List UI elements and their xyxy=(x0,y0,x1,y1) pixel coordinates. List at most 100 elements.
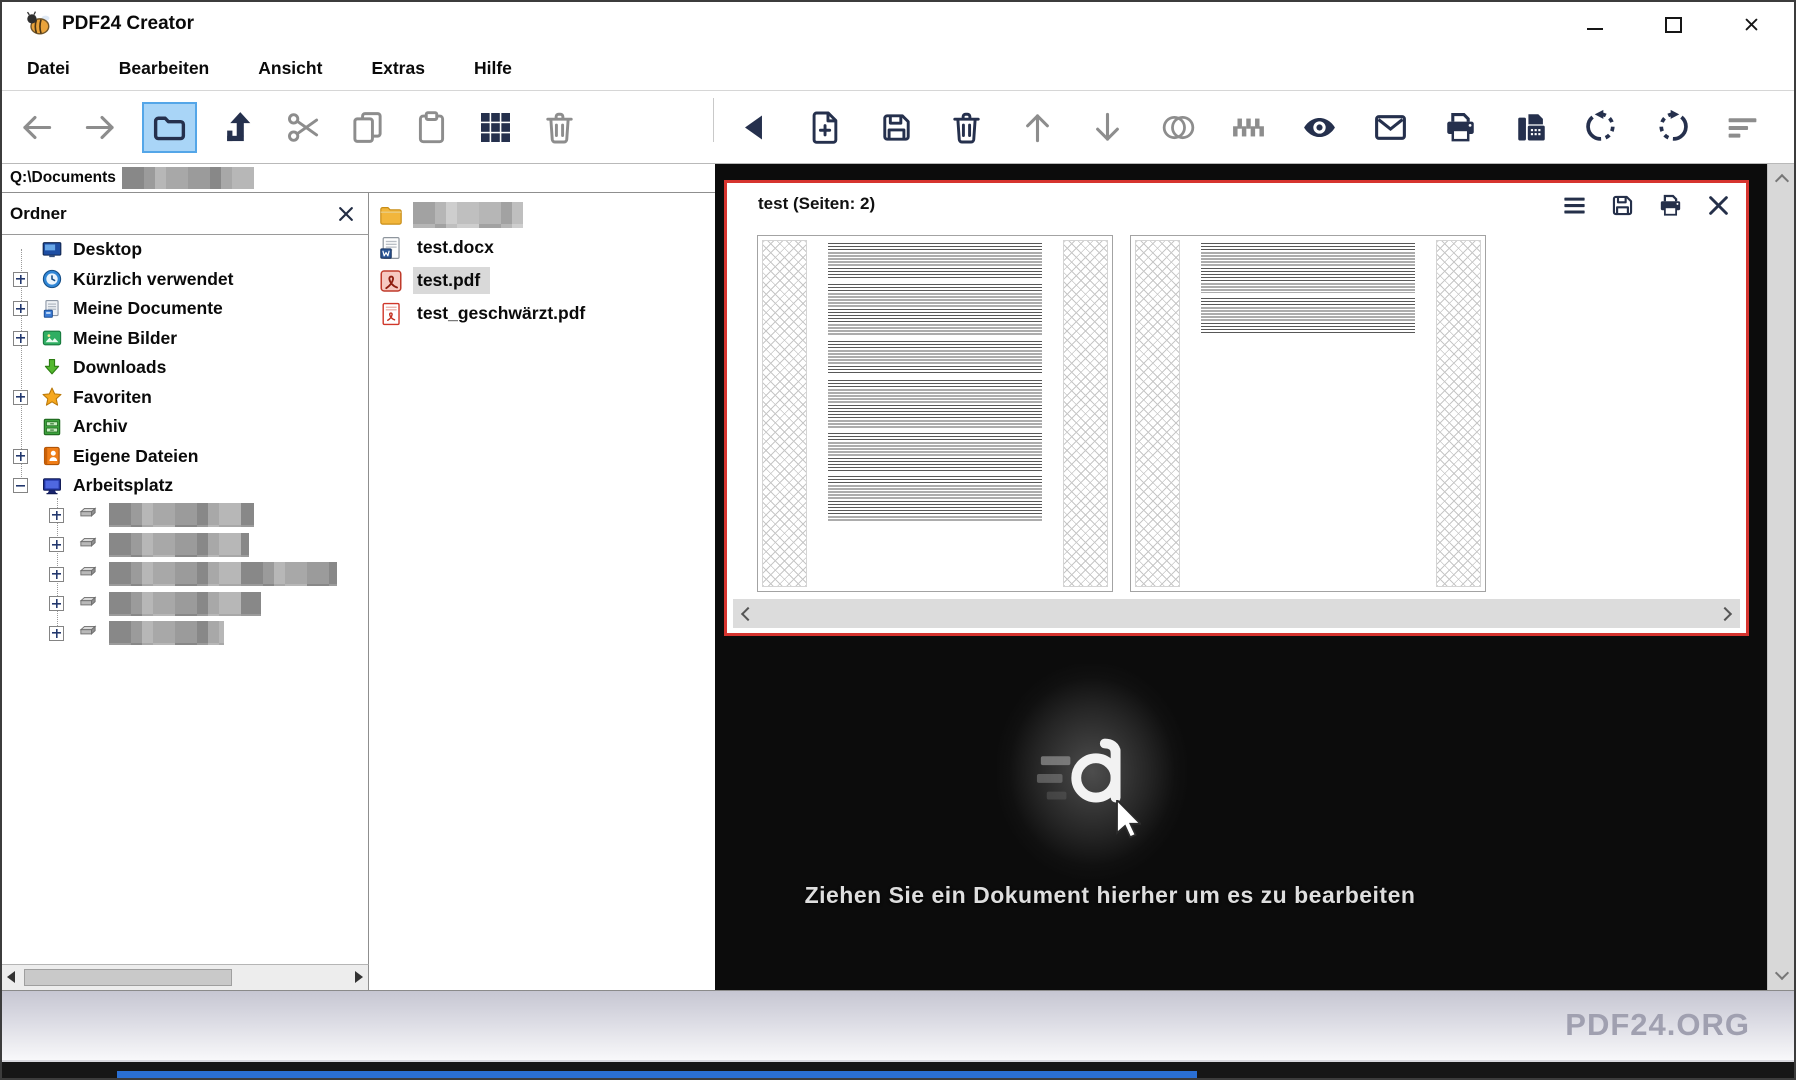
merge-documents-button[interactable] xyxy=(1156,104,1200,150)
preview-close-button[interactable] xyxy=(1705,192,1732,219)
rotate-left-button[interactable] xyxy=(1580,104,1624,150)
redacted-path-segment xyxy=(122,167,254,189)
prev-page-button[interactable] xyxy=(733,104,777,150)
tree-item-drive-3[interactable] xyxy=(2,560,368,590)
open-folder-button[interactable] xyxy=(142,102,197,153)
up-level-button[interactable] xyxy=(217,104,261,150)
title-bar: PDF24 Creator xyxy=(2,2,1794,47)
tree-item-drive-2[interactable] xyxy=(2,530,368,560)
merge-documents-icon xyxy=(1160,109,1197,146)
save-document-button[interactable] xyxy=(874,104,918,150)
tree-item-eigene-dateien[interactable]: Eigene Dateien xyxy=(2,442,368,472)
thumbnail-view-button[interactable] xyxy=(473,104,517,150)
scroll-left-arrow-icon[interactable] xyxy=(7,971,15,983)
fax-icon xyxy=(1513,109,1550,146)
paste-button[interactable] xyxy=(409,104,453,150)
scroll-left-chevron-icon[interactable] xyxy=(741,606,755,620)
cut-button[interactable] xyxy=(281,104,325,150)
preview-save-button[interactable] xyxy=(1609,192,1636,219)
rotate-right-button[interactable] xyxy=(1650,104,1694,150)
tree-item-meine-documente[interactable]: Meine Documente xyxy=(2,294,368,324)
scroll-up-chevron-icon[interactable] xyxy=(1775,174,1789,188)
folders-panel-title: Ordner xyxy=(10,204,67,224)
page-thumbnail-1[interactable] xyxy=(757,235,1113,592)
expand-plus-icon[interactable] xyxy=(13,390,28,405)
tree-item-label: Arbeitsplatz xyxy=(73,475,173,496)
scrollbar-thumb[interactable] xyxy=(24,969,232,986)
tree-horizontal-scrollbar[interactable] xyxy=(2,964,369,990)
tree-item-archiv[interactable]: Archiv xyxy=(2,412,368,442)
status-bar: PDF24.ORG xyxy=(2,990,1794,1060)
folder-closed-icon xyxy=(378,202,404,228)
tree-item-kürzlich-verwendet[interactable]: Kürzlich verwendet xyxy=(2,265,368,295)
page-thumbnail-2[interactable] xyxy=(1130,235,1486,592)
menu-bearbeiten[interactable]: Bearbeiten xyxy=(119,58,209,79)
file-item-test-pdf[interactable]: test.pdf xyxy=(370,264,715,297)
print-icon xyxy=(1657,192,1684,219)
toolbar-divider xyxy=(713,98,714,142)
copy-button[interactable] xyxy=(345,104,389,150)
minimize-button[interactable] xyxy=(1586,16,1604,34)
expand-plus-icon[interactable] xyxy=(13,272,28,287)
menu-ansicht[interactable]: Ansicht xyxy=(258,58,322,79)
tree-item-desktop[interactable]: Desktop xyxy=(2,235,368,265)
card-horizontal-scrollbar[interactable] xyxy=(733,599,1740,628)
tree-item-drive-5[interactable] xyxy=(2,619,368,649)
scroll-right-chevron-icon[interactable] xyxy=(1718,606,1732,620)
preview-menu-button[interactable] xyxy=(1561,192,1588,219)
scroll-down-chevron-icon[interactable] xyxy=(1775,966,1789,980)
menu-datei[interactable]: Datei xyxy=(27,58,70,79)
redacted-drive-label xyxy=(109,621,224,645)
tree-item-downloads[interactable]: Downloads xyxy=(2,353,368,383)
maximize-button[interactable] xyxy=(1664,16,1682,34)
new-document-button[interactable] xyxy=(804,104,848,150)
interleave-pages-button[interactable] xyxy=(1227,104,1271,150)
expand-plus-icon[interactable] xyxy=(49,508,64,523)
tree-item-meine-bilder[interactable]: Meine Bilder xyxy=(2,324,368,354)
tree-item-drive-4[interactable] xyxy=(2,589,368,619)
forward-button[interactable] xyxy=(78,104,122,150)
file-item-redacted-folder[interactable] xyxy=(370,198,715,231)
tree-item-drive-1[interactable] xyxy=(2,501,368,531)
menu-extras[interactable]: Extras xyxy=(371,58,425,79)
text-paragraph-lines xyxy=(828,341,1042,375)
delete-document-button[interactable] xyxy=(945,104,989,150)
interleave-pages-icon xyxy=(1230,109,1267,146)
tree-item-arbeitsplatz[interactable]: Arbeitsplatz xyxy=(2,471,368,501)
fax-button[interactable] xyxy=(1509,104,1553,150)
email-button[interactable] xyxy=(1368,104,1412,150)
expand-plus-icon[interactable] xyxy=(13,449,28,464)
preview-button[interactable] xyxy=(1298,104,1342,150)
rotate-left-icon xyxy=(1583,109,1620,146)
workspace-vertical-scrollbar[interactable] xyxy=(1767,164,1796,990)
expand-plus-icon[interactable] xyxy=(13,331,28,346)
close-button[interactable] xyxy=(1742,16,1760,34)
close-folders-panel-button[interactable] xyxy=(336,204,356,224)
expand-plus-icon[interactable] xyxy=(49,567,64,582)
hatch-band xyxy=(1436,240,1481,587)
file-item-test-geschwärzt-pdf[interactable]: test_geschwärzt.pdf xyxy=(370,297,715,330)
pdf-page-icon xyxy=(378,301,404,327)
minimize-icon xyxy=(1587,28,1603,30)
menu-icon xyxy=(1561,192,1588,219)
file-item-test-docx[interactable]: test.docx xyxy=(370,231,715,264)
toolbar-right xyxy=(715,90,1785,164)
document-card[interactable]: test (Seiten: 2) xyxy=(724,180,1749,636)
text-paragraph-lines xyxy=(1201,298,1415,334)
scroll-right-arrow-icon[interactable] xyxy=(355,971,363,983)
path-bar[interactable]: Q:\Documents xyxy=(2,164,715,193)
back-button[interactable] xyxy=(14,104,58,150)
preview-print-button[interactable] xyxy=(1657,192,1684,219)
delete-button[interactable] xyxy=(537,104,581,150)
move-up-button[interactable] xyxy=(1015,104,1059,150)
menu-hilfe[interactable]: Hilfe xyxy=(474,58,512,79)
move-down-button[interactable] xyxy=(1086,104,1130,150)
expand-plus-icon[interactable] xyxy=(49,626,64,641)
tree-item-favoriten[interactable]: Favoriten xyxy=(2,383,368,413)
collapse-minus-icon[interactable] xyxy=(13,478,28,493)
expand-plus-icon[interactable] xyxy=(13,301,28,316)
print-button[interactable] xyxy=(1439,104,1483,150)
expand-plus-icon[interactable] xyxy=(49,596,64,611)
sort-button[interactable] xyxy=(1721,104,1765,150)
expand-plus-icon[interactable] xyxy=(49,537,64,552)
